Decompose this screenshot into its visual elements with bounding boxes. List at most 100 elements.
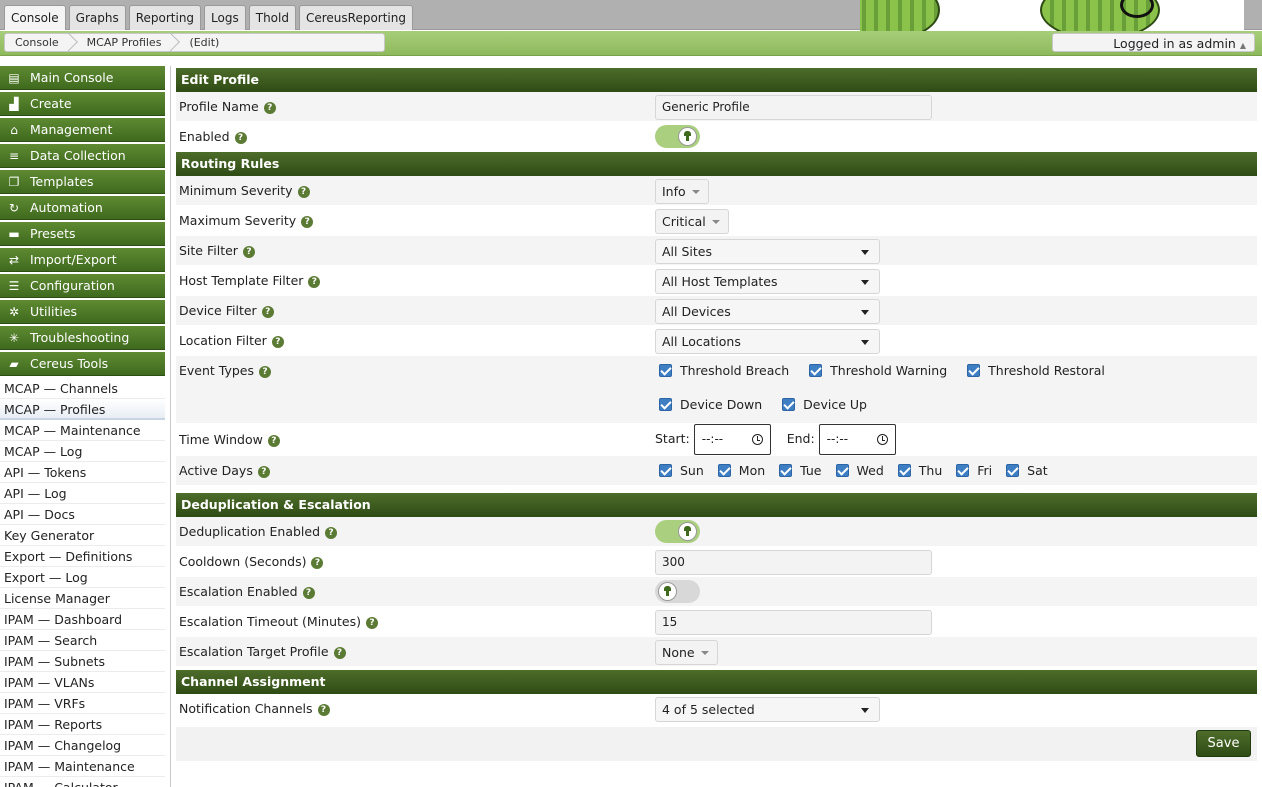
sidebar-item[interactable]: Export — Log [0, 567, 165, 588]
profile-name-input[interactable]: Generic Profile [655, 95, 932, 120]
host-template-filter-select[interactable]: All Host Templates [655, 269, 880, 294]
help-icon[interactable]: ? [311, 556, 324, 569]
tab-graphs[interactable]: Graphs [68, 5, 126, 30]
sidebar-header-management[interactable]: ⌂ Management [0, 118, 165, 142]
sidebar-header-data-collection[interactable]: ≡ Data Collection [0, 144, 165, 168]
sidebar-item[interactable]: MCAP — Profiles [0, 399, 165, 420]
sidebar-item[interactable]: IPAM — Dashboard [0, 609, 165, 630]
help-icon[interactable]: ? [308, 275, 321, 288]
section-header-edit-profile: Edit Profile [176, 68, 1257, 92]
help-icon[interactable]: ? [366, 616, 378, 629]
checkbox-thu[interactable]: Thu [897, 463, 942, 478]
tab-cereusreporting[interactable]: CereusReporting [298, 5, 413, 30]
row-site-filter: Site Filter? All Sites [176, 236, 1257, 266]
sidebar-item[interactable]: Export — Definitions [0, 546, 165, 567]
sidebar-header-troubleshooting[interactable]: ✳ Troubleshooting [0, 326, 165, 350]
help-icon[interactable]: ? [261, 305, 274, 318]
enabled-toggle[interactable] [655, 125, 700, 148]
device-filter-select[interactable]: All Devices [655, 299, 880, 324]
checkbox-mon[interactable]: Mon [717, 463, 765, 478]
breadcrumb-console[interactable]: Console [5, 33, 77, 52]
checkbox-fri[interactable]: Fri [956, 463, 992, 478]
tab-logs[interactable]: Logs [204, 5, 246, 30]
checkbox-sat[interactable]: Sat [1006, 463, 1048, 478]
main-tabs: Console Graphs Reporting Logs Thold Cere… [4, 5, 413, 30]
help-icon[interactable]: ? [259, 365, 272, 378]
tab-thold[interactable]: Thold [248, 5, 296, 30]
database-icon: ≡ [8, 148, 20, 163]
start-time-input[interactable]: --:-- [693, 424, 771, 455]
help-icon[interactable]: ? [297, 185, 310, 198]
help-icon[interactable]: ? [263, 101, 276, 114]
notification-channels-select[interactable]: 4 of 5 selected [655, 697, 880, 722]
checkbox-threshold-warning[interactable]: Threshold Warning [809, 363, 947, 378]
breadcrumb-mcap-profiles[interactable]: MCAP Profiles [77, 33, 180, 52]
sidebar-item[interactable]: API — Log [0, 483, 165, 504]
location-filter-select[interactable]: All Locations [655, 329, 880, 354]
escalation-timeout-input[interactable]: 15 [655, 610, 932, 635]
folder-icon: ▰ [9, 356, 19, 371]
help-icon[interactable]: ? [325, 526, 338, 539]
dedup-enabled-label: Deduplication Enabled? [179, 517, 338, 547]
sidebar-item[interactable]: IPAM — Subnets [0, 651, 165, 672]
escalation-toggle[interactable] [655, 580, 700, 603]
breadcrumb-edit: (Edit) [189, 36, 220, 49]
sidebar-header-main-console[interactable]: ▤ Main Console [0, 66, 165, 90]
escalation-target-select[interactable]: None [655, 640, 718, 665]
row-host-template-filter: Host Template Filter? All Host Templates [176, 266, 1257, 296]
sidebar-item[interactable]: IPAM — Maintenance [0, 756, 165, 777]
max-severity-select[interactable]: Critical [655, 209, 729, 234]
section-header-routing-rules: Routing Rules [176, 152, 1257, 176]
sidebar-item[interactable]: IPAM — VRFs [0, 693, 165, 714]
sidebar-item[interactable]: API — Tokens [0, 462, 165, 483]
sidebar-item[interactable]: License Manager [0, 588, 165, 609]
sidebar-header-utilities[interactable]: ✲ Utilities [0, 300, 165, 324]
tab-console[interactable]: Console [4, 5, 66, 30]
help-icon[interactable]: ? [271, 335, 284, 348]
checkbox-threshold-restoral[interactable]: Threshold Restoral [967, 363, 1105, 378]
checkbox-wed[interactable]: Wed [835, 463, 884, 478]
help-icon[interactable]: ? [267, 434, 280, 447]
help-icon[interactable]: ? [257, 465, 270, 478]
refresh-icon: ↻ [8, 200, 20, 215]
save-button[interactable]: Save [1196, 730, 1251, 757]
checkbox-checked-icon [897, 464, 911, 477]
help-icon[interactable]: ? [317, 703, 330, 716]
sidebar-item[interactable]: MCAP — Log [0, 441, 165, 462]
min-severity-select[interactable]: Info [655, 179, 709, 204]
sidebar-item[interactable]: MCAP — Channels [0, 378, 165, 399]
dedup-toggle[interactable] [655, 520, 700, 543]
help-icon[interactable]: ? [333, 646, 346, 659]
sidebar-header-automation[interactable]: ↻ Automation [0, 196, 165, 220]
login-status-text: Logged in as admin [1113, 36, 1236, 51]
sidebar-item[interactable]: MCAP — Maintenance [0, 420, 165, 441]
sidebar-item[interactable]: IPAM — VLANs [0, 672, 165, 693]
sidebar-item[interactable]: Key Generator [0, 525, 165, 546]
sidebar-header-configuration[interactable]: ☰ Configuration [0, 274, 165, 298]
tab-reporting[interactable]: Reporting [128, 5, 202, 30]
checkbox-device-up[interactable]: Device Up [782, 397, 867, 412]
sidebar-header-presets[interactable]: ▬ Presets [0, 222, 165, 246]
sidebar-item[interactable]: IPAM — Changelog [0, 735, 165, 756]
site-filter-select[interactable]: All Sites [655, 239, 880, 264]
sidebar-item[interactable]: IPAM — Reports [0, 714, 165, 735]
help-icon[interactable]: ? [301, 215, 314, 228]
sidebar-header-import-export[interactable]: ⇄ Import/Export [0, 248, 165, 272]
help-icon[interactable]: ? [302, 586, 315, 599]
checkbox-tue[interactable]: Tue [779, 463, 822, 478]
sidebar-header-templates[interactable]: ❐ Templates [0, 170, 165, 194]
cooldown-input[interactable]: 300 [655, 550, 932, 575]
sidebar-header-create[interactable]: ▟ Create [0, 92, 165, 116]
checkbox-sun[interactable]: Sun [659, 463, 704, 478]
checkbox-checked-icon [835, 464, 849, 477]
checkbox-device-down[interactable]: Device Down [659, 397, 762, 412]
sidebar-item[interactable]: IPAM — Calculator [0, 777, 165, 787]
end-time-input[interactable]: --:-- [818, 424, 896, 455]
checkbox-threshold-breach[interactable]: Threshold Breach [659, 363, 789, 378]
user-menu[interactable]: Logged in as admin ▲ [1052, 33, 1255, 52]
help-icon[interactable]: ? [242, 245, 255, 258]
sidebar-header-cereus-tools[interactable]: ▰ Cereus Tools [0, 352, 165, 376]
help-icon[interactable]: ? [234, 131, 247, 144]
sidebar-item[interactable]: IPAM — Search [0, 630, 165, 651]
sidebar-item[interactable]: API — Docs [0, 504, 165, 525]
